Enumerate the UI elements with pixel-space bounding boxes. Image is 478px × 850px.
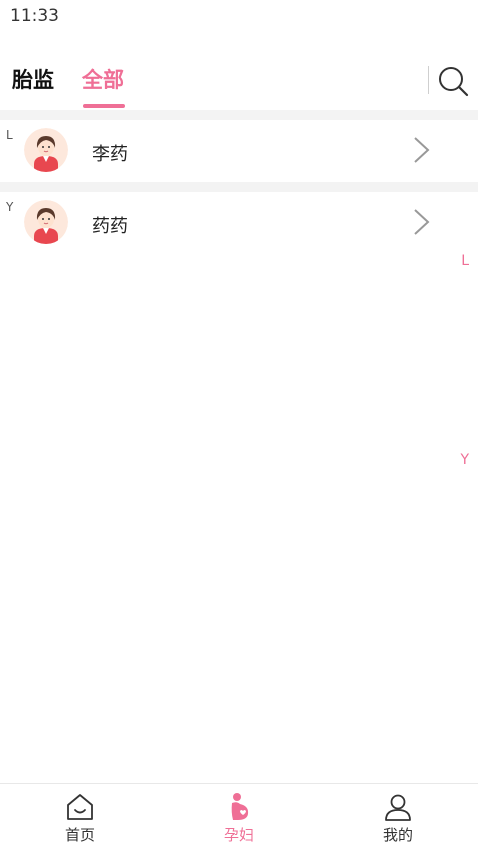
status-bar: 11:33	[0, 0, 478, 34]
chevron-right-icon	[410, 207, 432, 237]
top-bar: 胎监 全部	[0, 50, 478, 110]
tab-fetal-monitor[interactable]: 胎监	[12, 64, 54, 94]
index-letter-y[interactable]: Y	[460, 452, 469, 468]
group-separator	[0, 182, 478, 192]
contact-name: 药药	[92, 216, 128, 237]
status-time: 11:33	[10, 6, 59, 26]
search-divider	[428, 66, 429, 94]
nav-label-home: 首页	[64, 826, 95, 844]
nav-label-pregnant: 孕妇	[223, 826, 254, 844]
active-tab-indicator	[83, 104, 125, 108]
index-letter-l[interactable]: L	[461, 253, 469, 269]
user-icon	[385, 794, 411, 821]
group-letter-l: L	[6, 128, 13, 142]
group-separator	[0, 110, 478, 120]
nav-label-mine: 我的	[382, 826, 413, 844]
home-icon	[67, 794, 93, 820]
bottom-nav: 首页 孕妇 我的	[0, 783, 478, 850]
female-avatar-icon	[24, 200, 68, 244]
search-button[interactable]	[436, 64, 470, 98]
female-avatar-icon	[24, 128, 68, 172]
group-letter-y: Y	[6, 200, 14, 214]
contact-row-li-yao[interactable]: L 李药	[0, 120, 478, 182]
tab-all[interactable]: 全部	[82, 64, 124, 94]
nav-item-pregnant[interactable]: 孕妇	[199, 792, 279, 845]
contact-name: 李药	[92, 144, 128, 165]
pregnant-woman-icon	[231, 793, 249, 820]
nav-item-mine[interactable]: 我的	[358, 792, 438, 845]
nav-item-home[interactable]: 首页	[40, 792, 120, 845]
contact-row-yao-yao[interactable]: Y 药药	[0, 192, 478, 254]
search-icon	[439, 67, 469, 97]
chevron-right-icon	[410, 135, 432, 165]
